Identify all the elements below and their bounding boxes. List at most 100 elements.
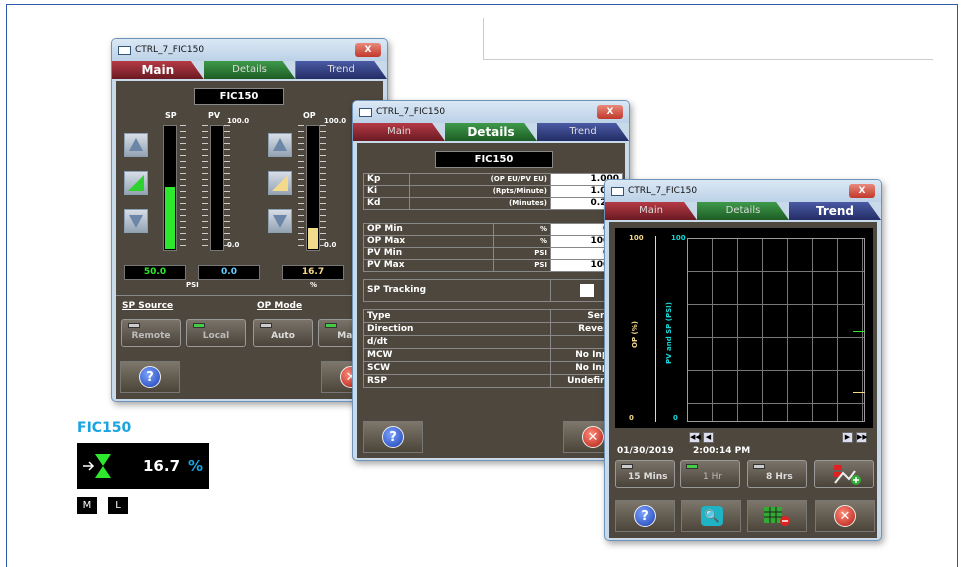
window-icon [611, 186, 624, 196]
tab-trend[interactable]: Trend [295, 61, 387, 79]
sp-lower-button[interactable] [124, 209, 148, 233]
op-scale-left [298, 125, 304, 251]
limits-table: OP Min%0.0OP Max%100.0PV MinPSI0.0PV Max… [362, 223, 623, 272]
trend-date: 01/30/2019 [617, 446, 674, 456]
trend-add-icon [834, 465, 861, 485]
local-label: Local [202, 331, 230, 341]
sp-tracking-checkbox[interactable] [579, 284, 594, 297]
faceplate[interactable]: 16.7 % [77, 443, 209, 489]
led-indicator [260, 323, 272, 328]
auto-button[interactable]: Auto [253, 319, 313, 347]
tab-main[interactable]: Main [112, 61, 204, 79]
trend-window: CTRL_7_FIC150 X Main Details Trend 100 0 … [604, 179, 882, 541]
nav-next-button[interactable]: ▶ [842, 432, 853, 443]
led-indicator [621, 464, 633, 469]
question-icon: ? [139, 366, 161, 388]
tab-trend[interactable]: Trend [537, 123, 629, 141]
table-row: Kd(Minutes)0.200 [363, 197, 623, 210]
op-unit: % [310, 281, 318, 289]
main-window-titlebar[interactable]: CTRL_7_FIC150 X [112, 39, 387, 61]
trend-window-titlebar[interactable]: CTRL_7_FIC150 X [605, 180, 881, 202]
help-button[interactable]: ? [615, 500, 675, 532]
ramp-icon [128, 175, 144, 191]
param-name: Ki [363, 185, 410, 198]
table-row: PV MaxPSI100.0 [362, 259, 623, 272]
window-close-button[interactable]: X [849, 184, 875, 198]
led-indicator [193, 323, 205, 328]
remote-button[interactable]: Remote [121, 319, 181, 347]
tab-main[interactable]: Main [605, 202, 697, 220]
main-window: CTRL_7_FIC150 X Main Details Trend FIC150… [111, 38, 388, 402]
op-lower-button[interactable] [268, 209, 292, 233]
mode-l-badge: L [108, 497, 128, 514]
led-indicator [325, 323, 337, 328]
window-close-button[interactable]: X [597, 105, 623, 119]
window-title: CTRL_7_FIC150 [628, 186, 698, 196]
range-1-hr-button[interactable]: 1 Hr [680, 460, 740, 488]
table-row: RSP Undefined [363, 374, 623, 388]
table-row: OP Min%0.0 [362, 223, 623, 236]
tag-name: FIC150 [435, 151, 553, 168]
window-title: CTRL_7_FIC150 [376, 107, 446, 117]
table-row: OP Max%100.0 [362, 235, 623, 248]
tab-details[interactable]: Details [203, 61, 296, 79]
pv-axis-label: PV and SP (PSI) [665, 302, 673, 364]
zoom-button[interactable]: 🔍 [681, 500, 741, 532]
local-button[interactable]: Local [186, 319, 246, 347]
sp-ramp-button[interactable] [124, 171, 148, 195]
param-name: OP Min [362, 223, 495, 236]
op-bar-fill [308, 228, 318, 249]
sp-value[interactable]: 50.0 [124, 265, 186, 280]
sp-trace [853, 331, 865, 332]
add-trend-button[interactable] [814, 460, 874, 488]
param-name: PV Min [362, 247, 495, 260]
led-indicator [128, 323, 140, 328]
nav-first-button[interactable]: ◀◀ [689, 432, 701, 443]
sp-source-label: SP Source [122, 301, 174, 311]
table-view-button[interactable] [747, 500, 807, 532]
pv-label: PV [208, 111, 221, 120]
op-raise-button[interactable] [268, 133, 292, 157]
range-15-mins-button[interactable]: 15 Mins [615, 460, 675, 488]
pv-scale-left [202, 125, 208, 251]
led-indicator [753, 464, 765, 469]
details-window-titlebar[interactable]: CTRL_7_FIC150 X [353, 101, 629, 123]
tab-trend[interactable]: Trend [789, 202, 881, 220]
tab-main[interactable]: Main [353, 123, 445, 141]
param-unit: (Minutes) [408, 197, 552, 210]
pv-scale-right [224, 125, 230, 251]
close-button[interactable]: ✕ [815, 500, 875, 532]
op-ramp-button[interactable] [268, 171, 292, 195]
sp-tracking-row: SP Tracking [363, 279, 623, 302]
pv-scale-max: 100.0 [227, 117, 250, 125]
op-scale-right [320, 125, 326, 251]
tab-details[interactable]: Details [445, 123, 537, 141]
led-indicator [686, 464, 698, 469]
nav-last-button[interactable]: ▶▶ [856, 432, 868, 443]
valve-icon [83, 454, 111, 478]
param-name: Kd [363, 197, 410, 210]
nav-prev-button[interactable]: ◀ [703, 432, 714, 443]
sp-bar-fill [165, 187, 175, 249]
help-button[interactable]: ? [363, 421, 423, 453]
op-value[interactable]: 16.7 [282, 265, 344, 280]
range-8-hrs-button[interactable]: 8 Hrs [747, 460, 807, 488]
range-15-label: 15 Mins [628, 472, 668, 482]
tab-details[interactable]: Details [697, 202, 789, 220]
op-mode-label: OP Mode [257, 301, 303, 311]
trend-plot[interactable]: 100 0 OP (%) 100 0 PV and SP (PSI) [615, 228, 873, 428]
table-row: Direction Reverse [363, 322, 623, 336]
param-name: Kp [363, 173, 410, 186]
sp-raise-button[interactable] [124, 133, 148, 157]
zoom-icon: 🔍 [701, 506, 723, 526]
window-close-button[interactable]: X [355, 43, 381, 57]
param-unit: % [493, 235, 551, 248]
help-button[interactable]: ? [120, 361, 180, 393]
table-row: Ki(Rpts/Minute)1.000 [363, 185, 623, 198]
table-row: MCW No Input [363, 348, 623, 362]
table-row: TypeSeries [363, 309, 623, 323]
mode-m-badge: M [77, 497, 97, 514]
triangle-down-icon [129, 215, 143, 228]
pv-axis-max: 100 [671, 234, 686, 242]
op-scale-max: 100.0 [324, 117, 347, 125]
